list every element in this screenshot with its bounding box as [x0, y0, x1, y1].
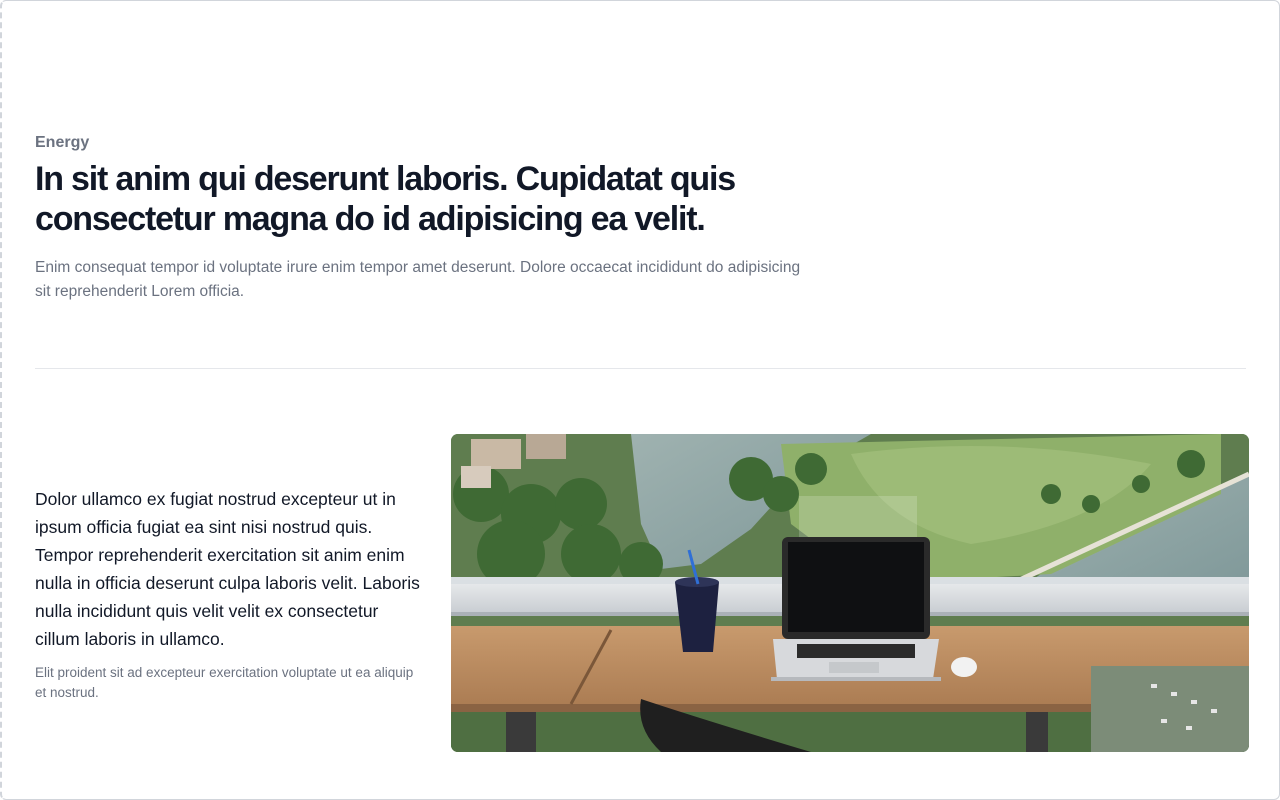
- feature-note-text: Elit proident sit ad excepteur exercitat…: [35, 665, 414, 700]
- feature-image: [451, 434, 1249, 752]
- feature-lead-text: Dolor ullamco ex fugiat nostrud excepteu…: [35, 489, 420, 649]
- feature-text-block: Dolor ullamco ex fugiat nostrud excepteu…: [35, 485, 427, 703]
- laptop-desk-city-view-illustration: [451, 434, 1249, 752]
- hero-section: Energy In sit anim qui deserunt laboris.…: [35, 133, 815, 304]
- section-eyebrow: Energy: [35, 134, 90, 151]
- section-divider: [35, 368, 1246, 369]
- page-subtitle: Enim consequat tempor id voluptate irure…: [35, 259, 801, 300]
- page-title: In sit anim qui deserunt laboris. Cupida…: [35, 160, 736, 238]
- page-frame: Energy In sit anim qui deserunt laboris.…: [0, 0, 1280, 800]
